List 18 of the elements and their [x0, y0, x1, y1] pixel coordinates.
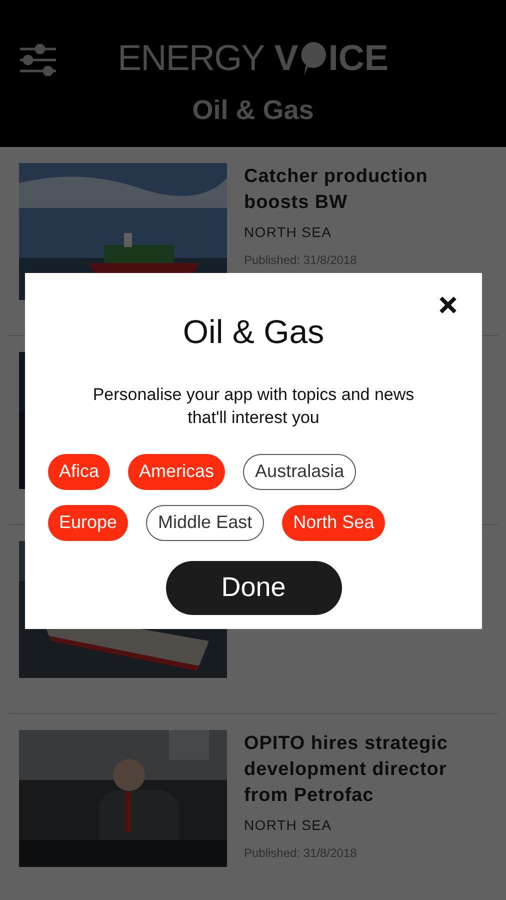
done-button[interactable]: Done	[166, 560, 342, 614]
close-icon	[439, 296, 457, 314]
article-title: Catcher production boosts BW	[244, 165, 429, 215]
logo-text: V	[274, 40, 298, 76]
article-title: OPITO hires strategic development director from Petrofac	[244, 732, 449, 808]
article-region: NORTH SEA	[244, 816, 333, 835]
topic-chip[interactable]: Afica	[48, 454, 110, 490]
topic-chip[interactable]: Americas	[128, 454, 226, 490]
logo-text: ENERGY	[118, 40, 264, 76]
topic-chip[interactable]: Europe	[48, 504, 128, 540]
page-title: Oil & Gas	[192, 94, 314, 127]
topic-chip[interactable]: Middle East	[146, 504, 264, 540]
speech-bubble-icon	[298, 40, 328, 76]
dialog-description: Personalise your app with topics and news that'll interest you	[92, 384, 416, 428]
topic-chip[interactable]: North Sea	[282, 504, 386, 540]
topic-chip[interactable]: Australasia	[243, 454, 356, 490]
logo-text: ICE	[328, 40, 388, 76]
article-region: NORTH SEA	[244, 223, 333, 242]
